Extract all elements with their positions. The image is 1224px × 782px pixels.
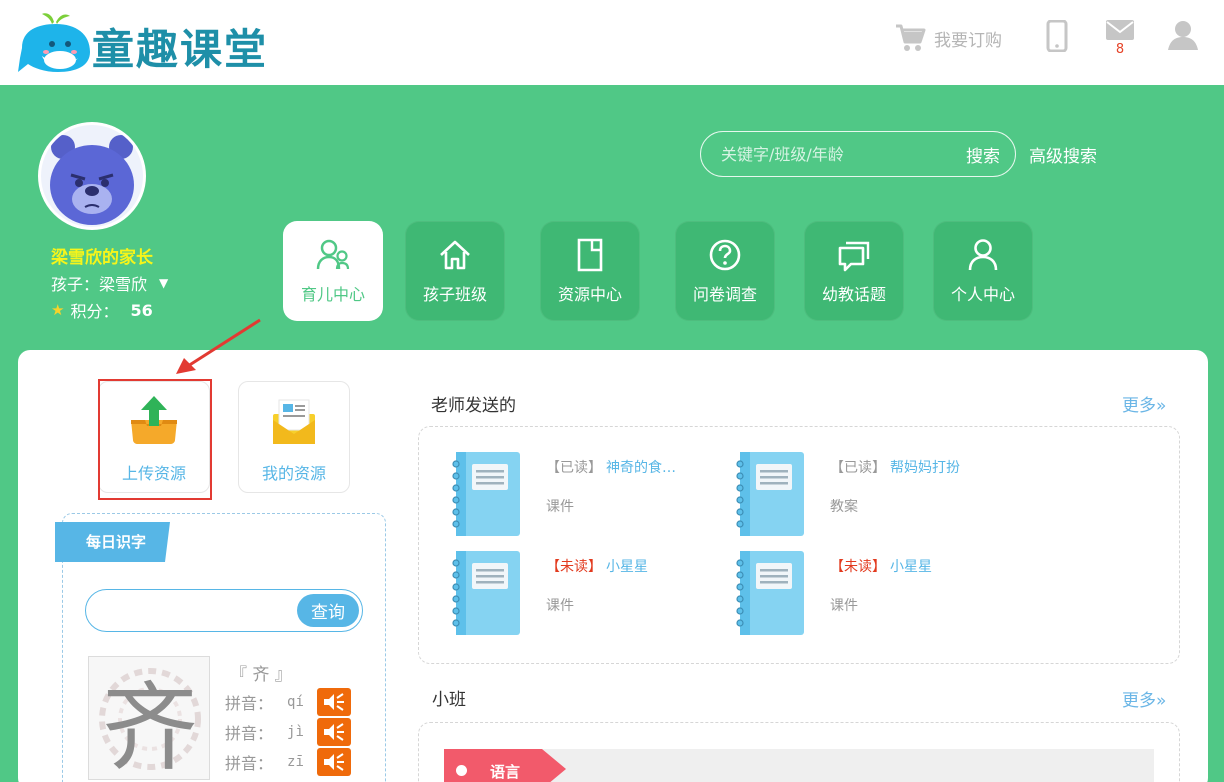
my-resources-label: 我的资源 bbox=[261, 464, 326, 483]
teacher-sent-title: 老师发送的 bbox=[431, 396, 516, 416]
unread-status: 【未读】 bbox=[546, 559, 602, 575]
bear-avatar-icon bbox=[41, 125, 143, 227]
item-type: 课件 bbox=[546, 499, 574, 515]
nav-label: 资源中心 bbox=[557, 285, 622, 304]
speaker-icon bbox=[324, 693, 345, 711]
nav-resource-center[interactable]: 资源中心 bbox=[540, 221, 640, 321]
cart-icon bbox=[896, 24, 926, 51]
nav-label: 问卷调查 bbox=[692, 285, 757, 304]
nav-label: 个人中心 bbox=[950, 285, 1015, 304]
mail-icon bbox=[1106, 20, 1134, 40]
parenting-icon bbox=[316, 239, 350, 270]
item-type: 课件 bbox=[830, 598, 858, 614]
my-resources-button[interactable]: 我的资源 bbox=[238, 381, 350, 493]
parent-name: 梁雪欣的家长 bbox=[51, 248, 153, 268]
advanced-search-link[interactable]: 高级搜索 bbox=[1029, 142, 1097, 167]
speaker-icon bbox=[324, 723, 345, 741]
item-name[interactable]: 帮妈妈打扮 bbox=[890, 460, 960, 476]
star-icon: ★ bbox=[51, 301, 65, 319]
notebook-icon bbox=[736, 551, 804, 635]
points-value: 56 bbox=[130, 300, 153, 320]
char-glyph: 齐 bbox=[102, 671, 198, 780]
daily-title: 每日识字 bbox=[86, 533, 147, 551]
avatar[interactable] bbox=[38, 122, 146, 230]
char-lookup-input[interactable] bbox=[98, 590, 297, 631]
user-silhouette-icon bbox=[1168, 21, 1198, 50]
question-icon bbox=[709, 239, 741, 271]
whale-logo-icon bbox=[18, 13, 90, 72]
pinyin-label: 拼音： bbox=[225, 694, 274, 713]
search-button[interactable]: 搜索 bbox=[951, 132, 1015, 176]
read-status: 【已读】 bbox=[546, 460, 602, 476]
person-icon bbox=[968, 239, 998, 271]
nav-label: 育儿中心 bbox=[300, 285, 365, 304]
nav-label: 幼教话题 bbox=[821, 285, 886, 304]
document-icon bbox=[577, 238, 603, 272]
speaker-button[interactable] bbox=[317, 748, 352, 776]
notebook-icon bbox=[452, 452, 520, 536]
messages-button[interactable]: 8 bbox=[1104, 20, 1136, 62]
item-name[interactable]: 小星星 bbox=[890, 559, 932, 575]
pinyin-value: qí bbox=[287, 694, 304, 710]
order-label: 我要订购 bbox=[934, 30, 1002, 51]
search-input[interactable] bbox=[701, 132, 951, 176]
read-status: 【已读】 bbox=[830, 460, 886, 476]
pinyin-row: 拼音： zī bbox=[225, 748, 352, 776]
notebook-icon bbox=[736, 452, 804, 536]
logo-text: 童趣课堂 bbox=[92, 25, 269, 74]
pinyin-value: jì bbox=[287, 724, 304, 740]
char-lookup-button[interactable]: 查询 bbox=[297, 594, 359, 627]
class-section-more-link[interactable]: 更多» bbox=[1122, 686, 1166, 711]
nav-parenting-center[interactable]: 育儿中心 bbox=[283, 221, 383, 321]
child-label: 孩子：梁雪欣 bbox=[51, 275, 148, 294]
envelope-news-icon bbox=[273, 399, 315, 444]
top-bar: 童趣课堂 我要订购 8 bbox=[0, 0, 1224, 85]
bullet-dot-icon bbox=[456, 765, 467, 776]
subject-label[interactable]: 语言 bbox=[490, 761, 520, 782]
pinyin-value: zī bbox=[287, 754, 304, 770]
pinyin-label: 拼音： bbox=[225, 754, 274, 773]
annotation-arrow-icon bbox=[176, 318, 261, 374]
speaker-icon bbox=[324, 753, 345, 771]
mobile-button[interactable] bbox=[1046, 19, 1068, 53]
order-button[interactable]: 我要订购 bbox=[894, 18, 1019, 58]
mobile-phone-icon bbox=[1046, 19, 1068, 53]
item-type: 课件 bbox=[546, 598, 574, 614]
nav-survey[interactable]: 问卷调查 bbox=[675, 221, 775, 321]
nav-personal-center[interactable]: 个人中心 bbox=[933, 221, 1033, 321]
item-name[interactable]: 小星星 bbox=[606, 559, 648, 575]
points: ★ 积分： 56 bbox=[51, 298, 153, 322]
highlight-box bbox=[98, 379, 212, 500]
speaker-button[interactable] bbox=[317, 718, 352, 746]
pinyin-row: 拼音： qí bbox=[225, 688, 352, 716]
nav-child-class[interactable]: 孩子班级 bbox=[405, 221, 505, 321]
pinyin-row: 拼音： jì bbox=[225, 718, 352, 746]
speaker-button[interactable] bbox=[317, 688, 352, 716]
unread-status: 【未读】 bbox=[830, 559, 886, 575]
points-label: 积分： bbox=[70, 302, 119, 321]
char-image: 齐 bbox=[88, 656, 210, 780]
char-title: 『 齐 』 bbox=[230, 665, 292, 685]
chat-icon bbox=[838, 241, 870, 272]
teacher-sent-more-link[interactable]: 更多» bbox=[1122, 391, 1166, 416]
mail-count-badge: 8 bbox=[1115, 42, 1125, 57]
nav-label: 孩子班级 bbox=[422, 285, 487, 304]
search-box: 搜索 bbox=[700, 131, 1016, 177]
nav-topics[interactable]: 幼教话题 bbox=[804, 221, 904, 321]
child-selector[interactable]: 孩子：梁雪欣 ▼ bbox=[51, 271, 168, 295]
char-lookup: 查询 bbox=[85, 589, 363, 632]
pinyin-label: 拼音： bbox=[225, 724, 274, 743]
item-type: 教案 bbox=[830, 499, 858, 515]
caret-down-icon[interactable]: ▼ bbox=[159, 276, 168, 290]
notebook-icon bbox=[452, 551, 520, 635]
item-name[interactable]: 神奇的食… bbox=[606, 460, 676, 476]
home-icon bbox=[440, 240, 470, 270]
class-section-title: 小班 bbox=[432, 690, 466, 710]
user-button[interactable] bbox=[1166, 18, 1200, 52]
